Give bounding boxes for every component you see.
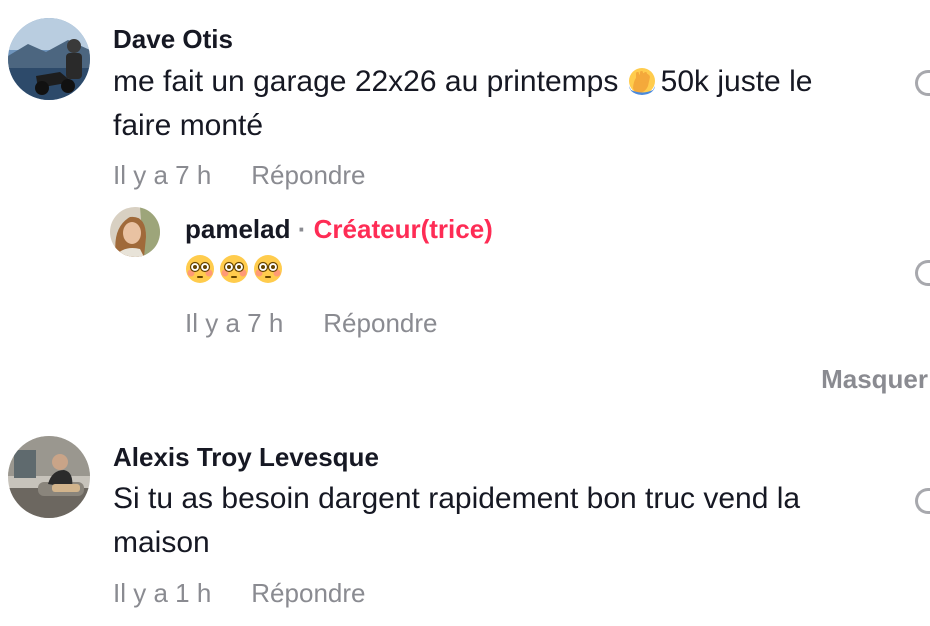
comment-text-part: Si tu as besoin dargent rapidement bon t… bbox=[113, 482, 801, 515]
avatar-dave-otis[interactable] bbox=[8, 18, 90, 100]
comment-author[interactable]: Dave Otis bbox=[113, 24, 233, 55]
like-icon[interactable] bbox=[915, 488, 930, 514]
reply-button[interactable]: Répondre bbox=[323, 308, 437, 338]
comment-author[interactable]: Alexis Troy Levesque bbox=[113, 442, 379, 473]
separator-dot: · bbox=[297, 214, 307, 244]
comment-text-part: me fait un garage 22x26 au printemps bbox=[113, 65, 627, 98]
reply-author[interactable]: pamelad bbox=[185, 214, 291, 244]
facepalm-emoji bbox=[627, 65, 657, 95]
reply-text bbox=[185, 254, 287, 288]
avatar-photo bbox=[110, 207, 160, 257]
creator-badge: Créateur(trice) bbox=[313, 214, 493, 244]
reply-time: Il y a 7 h bbox=[185, 308, 284, 338]
avatar-photo bbox=[8, 436, 90, 518]
comment-time: Il y a 1 h bbox=[113, 578, 212, 608]
comment-time: Il y a 7 h bbox=[113, 160, 212, 190]
reply-button[interactable]: Répondre bbox=[251, 160, 365, 190]
comment-text-part: 50k juste le bbox=[660, 65, 813, 98]
avatar-photo bbox=[8, 18, 90, 100]
flushed-face-emoji bbox=[253, 254, 283, 284]
like-icon[interactable] bbox=[915, 260, 930, 286]
comment-meta: Il y a 1 h Répondre bbox=[113, 578, 365, 609]
reply-header: pamelad · Créateur(trice) bbox=[185, 214, 493, 245]
comment-meta: Il y a 7 h Répondre bbox=[113, 160, 365, 191]
flushed-face-emoji bbox=[185, 254, 215, 284]
avatar-alexis-troy-levesque[interactable] bbox=[8, 436, 90, 518]
hide-replies-button[interactable]: Masquer bbox=[821, 364, 928, 395]
avatar-pamelad[interactable] bbox=[110, 207, 160, 257]
comment-text: Si tu as besoin dargent rapidement bon t… bbox=[113, 477, 903, 565]
reply-button[interactable]: Répondre bbox=[251, 578, 365, 608]
like-icon[interactable] bbox=[915, 70, 930, 96]
flushed-face-emoji bbox=[219, 254, 249, 284]
comment-text-part: maison bbox=[113, 526, 210, 559]
reply-meta: Il y a 7 h Répondre bbox=[185, 308, 437, 339]
comment-text-part: faire monté bbox=[113, 109, 264, 142]
comment-text: me fait un garage 22x26 au printemps 50k… bbox=[113, 60, 903, 148]
